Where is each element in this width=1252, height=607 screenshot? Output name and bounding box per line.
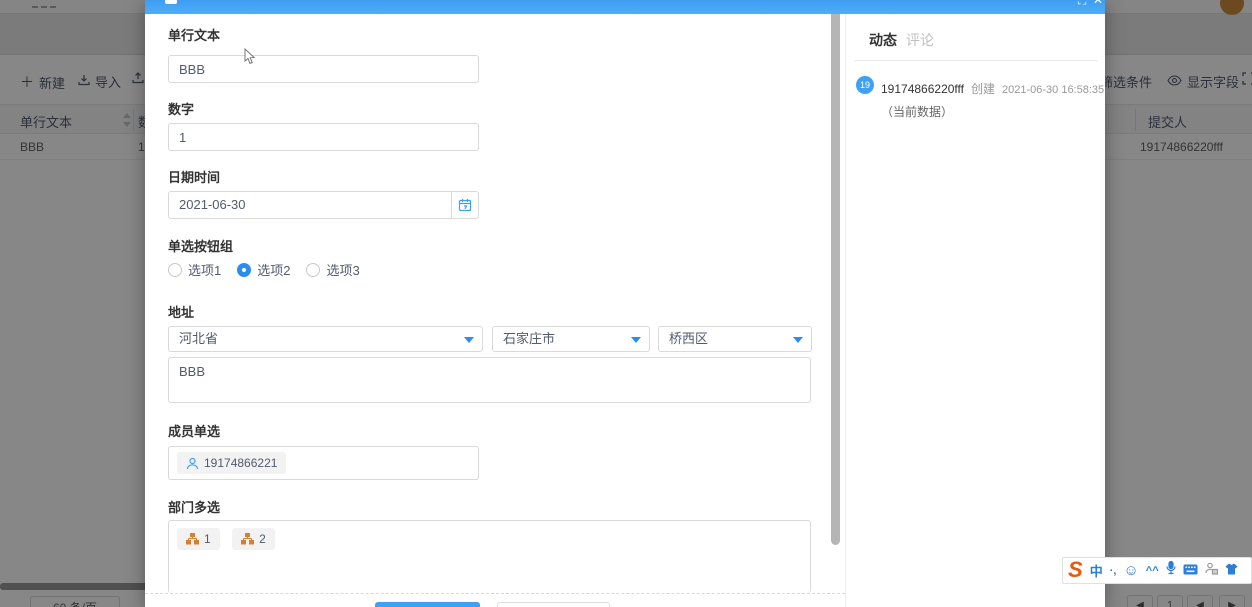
modal-title-fragment [165, 0, 177, 4]
member-picker[interactable]: 19174866221 [168, 446, 479, 480]
person-icon [186, 457, 199, 470]
calendar-icon[interactable] [451, 192, 478, 218]
activity-user: 19174866220fff [881, 82, 964, 96]
ime-handwriting-icon[interactable] [1205, 562, 1218, 580]
tab-comments[interactable]: 评论 [906, 30, 934, 50]
sogou-logo-icon[interactable]: S [1068, 559, 1083, 581]
activity-action: 创建 [971, 82, 995, 96]
ime-microphone-icon[interactable] [1166, 561, 1176, 580]
cancel-button[interactable] [497, 602, 610, 607]
department-name: 2 [259, 532, 266, 546]
department-tag: 2 [232, 528, 275, 550]
radio-option-3[interactable]: 选项3 [306, 260, 359, 279]
radio-group: 选项1 选项2 选项3 [168, 260, 376, 279]
ime-toolbar: S 中 ·, ☺ ^^ [1062, 557, 1252, 584]
department-tag: 1 [177, 528, 220, 550]
radio-label: 选项2 [257, 260, 290, 279]
ime-mode-chinese-icon[interactable]: 中 [1090, 561, 1103, 580]
org-chart-icon [186, 533, 199, 545]
province-value: 河北省 [179, 331, 218, 346]
field-label-number: 数字 [168, 99, 194, 118]
radio-label: 选项3 [326, 260, 359, 279]
modal-scrollbar-thumb[interactable] [831, 14, 840, 545]
member-tag: 19174866221 [177, 452, 286, 474]
radio-checked-icon [237, 263, 251, 277]
ime-emoji-icon[interactable]: ☺ [1123, 562, 1138, 579]
single-line-text-input[interactable] [168, 55, 479, 83]
province-select[interactable]: 河北省 [168, 326, 483, 352]
chevron-down-icon [631, 337, 641, 343]
field-label-radio-group: 单选按钮组 [168, 236, 233, 255]
expand-icon[interactable]: ⛶ [1078, 0, 1086, 7]
city-value: 石家庄市 [503, 331, 555, 346]
city-select[interactable]: 石家庄市 [492, 326, 650, 352]
number-input[interactable] [168, 123, 479, 151]
field-label-member: 成员单选 [168, 421, 220, 440]
activity-line: 19174866220fff 创建 2021-06-30 16:58:35 [881, 80, 1104, 97]
date-input[interactable]: 2021-06-30 [168, 191, 479, 219]
ime-punctuation-icon[interactable]: ·, [1110, 565, 1117, 577]
activity-avatar: 19 [856, 76, 874, 94]
ime-keyboard-icon[interactable] [1183, 562, 1198, 580]
radio-option-1[interactable]: 选项1 [168, 260, 221, 279]
footer-divider [145, 593, 845, 594]
modal-header: ⛶ ✕ [145, 0, 1105, 14]
chevron-down-icon [464, 337, 474, 343]
org-chart-icon [241, 533, 254, 545]
date-value: 2021-06-30 [179, 197, 246, 212]
activity-panel: 动态 评论 19 19174866220fff 创建 2021-06-30 16:5… [845, 14, 1105, 607]
address-detail-textarea[interactable]: BBB [168, 357, 811, 403]
submit-button[interactable] [375, 602, 480, 607]
activity-note: （当前数据） [881, 103, 953, 120]
mouse-cursor [244, 48, 256, 65]
record-detail-modal: ⛶ ✕ 单行文本 数字 日期时间 2021-06-30 单选按钮组 选项1 选项… [145, 0, 1105, 607]
panel-divider [854, 60, 1098, 61]
department-picker[interactable]: 1 2 [168, 520, 811, 593]
district-value: 桥西区 [669, 331, 708, 346]
ime-skin-icon[interactable] [1225, 562, 1238, 580]
radio-icon [306, 263, 320, 277]
radio-option-2-selected[interactable]: 选项2 [237, 260, 290, 279]
field-label-text: 单行文本 [168, 25, 220, 44]
close-icon[interactable]: ✕ [1093, 0, 1103, 7]
field-label-datetime: 日期时间 [168, 167, 220, 186]
department-name: 1 [204, 532, 211, 546]
radio-label: 选项1 [188, 260, 221, 279]
activity-timestamp: 2021-06-30 16:58:35 [1002, 84, 1104, 96]
ime-emoticon-icon[interactable]: ^^ [1146, 565, 1159, 577]
chevron-down-icon [793, 337, 803, 343]
field-label-address: 地址 [168, 302, 194, 321]
radio-icon [168, 263, 182, 277]
member-name: 19174866221 [204, 456, 277, 470]
screen: ＋ 新建 导入 筛选条件 显示字段 [0, 0, 1252, 607]
field-label-departments: 部门多选 [168, 497, 220, 516]
tab-activity[interactable]: 动态 [869, 30, 897, 50]
district-select[interactable]: 桥西区 [658, 326, 812, 352]
